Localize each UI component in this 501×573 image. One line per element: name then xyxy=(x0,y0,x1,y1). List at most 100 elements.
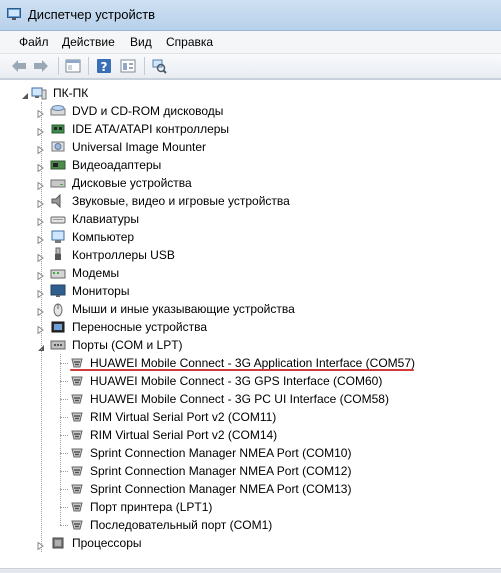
port-device-label: Порт принтера (LPT1) xyxy=(90,500,213,514)
collapse-arrow-icon[interactable] xyxy=(21,89,28,99)
port-device-icon xyxy=(69,427,85,443)
back-arrow-icon[interactable] xyxy=(10,57,28,75)
port-device-item[interactable]: Sprint Connection Manager NMEA Port (COM… xyxy=(0,480,501,498)
tree-category[interactable]: Видеоадаптеры xyxy=(0,156,501,174)
tree-category[interactable]: DVD и CD-ROM дисководы xyxy=(0,102,501,120)
port-device-item[interactable]: HUAWEI Mobile Connect - 3G GPS Interface… xyxy=(0,372,501,390)
tree-category[interactable]: IDE ATA/ATAPI контроллеры xyxy=(0,120,501,138)
toolbar: ? xyxy=(0,54,501,79)
menu-action[interactable]: Действие xyxy=(62,35,115,49)
processor-icon xyxy=(50,535,66,551)
port-device-item[interactable]: Sprint Connection Manager NMEA Port (COM… xyxy=(0,444,501,462)
category-label: Процессоры xyxy=(72,536,142,550)
port-device-item[interactable]: HUAWEI Mobile Connect - 3G PC UI Interfa… xyxy=(0,390,501,408)
tree-category[interactable]: Дисковые устройства xyxy=(0,174,501,192)
port-device-label: Sprint Connection Manager NMEA Port (COM… xyxy=(90,464,352,478)
tree-guide-line xyxy=(60,354,61,525)
tree-guide-line xyxy=(60,435,68,436)
status-bar xyxy=(0,568,501,573)
keyboard-icon xyxy=(50,211,66,227)
category-label: Контроллеры USB xyxy=(72,248,175,262)
category-label: Дисковые устройства xyxy=(72,176,192,190)
title-bar: Диспетчер устройств xyxy=(0,0,501,31)
image-mounter-icon xyxy=(50,139,66,155)
help-icon[interactable]: ? xyxy=(95,57,113,75)
menu-help[interactable]: Справка xyxy=(166,35,213,49)
category-label: Universal Image Mounter xyxy=(72,140,207,154)
port-device-icon xyxy=(69,463,85,479)
port-device-item[interactable]: Последовательный порт (COM1) xyxy=(0,516,501,534)
category-label: Звуковые, видео и игровые устройства xyxy=(72,194,290,208)
port-device-icon xyxy=(69,373,85,389)
speaker-icon xyxy=(50,193,66,209)
tree-guide-line xyxy=(60,399,68,400)
modem-icon xyxy=(50,265,66,281)
svg-text:?: ? xyxy=(101,60,108,74)
port-device-label: RIM Virtual Serial Port v2 (COM11) xyxy=(90,410,277,424)
tree-guide-line xyxy=(60,417,68,418)
category-label: Порты (COM и LPT) xyxy=(72,338,183,352)
port-device-item[interactable]: Sprint Connection Manager NMEA Port (COM… xyxy=(0,462,501,480)
tree-root[interactable]: ПК-ПК xyxy=(0,84,501,102)
port-device-label: Sprint Connection Manager NMEA Port (COM… xyxy=(90,446,352,460)
category-label: Мыши и иные указывающие устройства xyxy=(72,302,295,316)
port-device-label: HUAWEI Mobile Connect - 3G Application I… xyxy=(90,356,416,370)
scan-hardware-icon[interactable] xyxy=(150,57,168,75)
port-device-icon xyxy=(69,481,85,497)
tree-category[interactable]: Universal Image Mounter xyxy=(0,138,501,156)
port-device-icon xyxy=(69,499,85,515)
port-device-item[interactable]: RIM Virtual Serial Port v2 (COM11) xyxy=(0,408,501,426)
port-device-label: HUAWEI Mobile Connect - 3G GPS Interface… xyxy=(90,374,383,388)
port-device-item[interactable]: RIM Virtual Serial Port v2 (COM14) xyxy=(0,426,501,444)
port-device-icon xyxy=(69,409,85,425)
tree-guide-line xyxy=(60,507,68,508)
properties-icon[interactable] xyxy=(64,57,82,75)
category-label: Модемы xyxy=(72,266,120,280)
tree-guide-line xyxy=(60,453,68,454)
tree-category[interactable]: Процессоры xyxy=(0,534,501,552)
tree-category[interactable]: Модемы xyxy=(0,264,501,282)
tree-guide-line xyxy=(60,363,68,364)
port-device-item[interactable]: Порт принтера (LPT1) xyxy=(0,498,501,516)
menu-file[interactable]: Файл xyxy=(19,35,49,49)
menu-view[interactable]: Вид xyxy=(130,35,152,49)
category-label: Мониторы xyxy=(72,284,130,298)
category-label: Компьютер xyxy=(72,230,135,244)
tree-root-label: ПК-ПК xyxy=(53,86,89,100)
tree-category[interactable]: Мониторы xyxy=(0,282,501,300)
category-label: Видеоадаптеры xyxy=(72,158,162,172)
category-label: Переносные устройства xyxy=(72,320,208,334)
category-label: Клавиатуры xyxy=(72,212,139,226)
dvd-drive-icon xyxy=(50,103,66,119)
port-device-icon xyxy=(69,517,85,533)
port-device-label: RIM Virtual Serial Port v2 (COM14) xyxy=(90,428,278,442)
mouse-icon xyxy=(50,301,66,317)
port-device-label: Sprint Connection Manager NMEA Port (COM… xyxy=(90,482,352,496)
category-label: IDE ATA/ATAPI контроллеры xyxy=(72,122,230,136)
window-title: Диспетчер устройств xyxy=(28,7,156,22)
tree-category[interactable]: Клавиатуры xyxy=(0,210,501,228)
tree-category[interactable]: Звуковые, видео и игровые устройства xyxy=(0,192,501,210)
highlight-underline xyxy=(70,369,414,371)
device-manager-icon xyxy=(7,8,21,20)
tree-category[interactable]: Компьютер xyxy=(0,228,501,246)
disk-drive-icon xyxy=(50,175,66,191)
tree-category[interactable]: Порты (COM и LPT) xyxy=(0,336,501,354)
tree-category[interactable]: Мыши и иные указывающие устройства xyxy=(0,300,501,318)
menu-bar: Файл Действие Вид Справка xyxy=(0,31,501,54)
port-device-label: Последовательный порт (COM1) xyxy=(90,518,273,532)
device-tree: ПК-ПК DVD и CD-ROM дисководы IDE ATA/ATAPI… xyxy=(0,79,501,569)
usb-icon xyxy=(50,247,66,263)
tree-guide-line xyxy=(41,102,42,552)
port-device-label: HUAWEI Mobile Connect - 3G PC UI Interfa… xyxy=(90,392,389,406)
forward-arrow-icon[interactable] xyxy=(32,57,50,75)
tree-category[interactable]: Переносные устройства xyxy=(0,318,501,336)
tree-guide-line xyxy=(60,381,68,382)
view-icon[interactable] xyxy=(119,57,137,75)
tree-category[interactable]: Контроллеры USB xyxy=(0,246,501,264)
portable-device-icon xyxy=(50,319,66,335)
tree-guide-line xyxy=(60,471,68,472)
port-device-icon xyxy=(69,391,85,407)
ide-controller-icon xyxy=(50,121,66,137)
computer-icon xyxy=(50,229,66,245)
